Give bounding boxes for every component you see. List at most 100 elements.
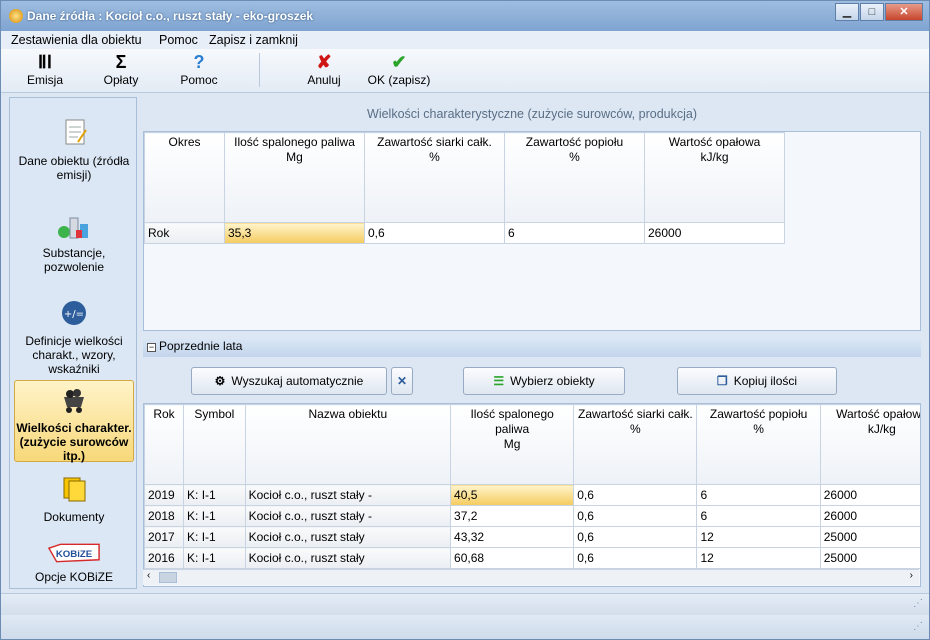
scroll-thumb[interactable] <box>159 572 177 583</box>
header-ilosc-paliwa[interactable]: Ilość spalonego paliwa Mg <box>224 132 365 223</box>
formula-cloud-icon: +/= <box>62 301 86 325</box>
checkmark-icon: ✔ <box>391 52 407 72</box>
scroll-right-icon[interactable]: › <box>910 570 913 581</box>
header-okres[interactable]: Okres <box>144 132 225 223</box>
cell-siarka[interactable]: 0,6 <box>573 547 698 569</box>
copy-icon: ❐ <box>716 374 728 388</box>
menu-bar: Zestawienia dla obiektu Pomoc Zapisz i z… <box>1 31 929 49</box>
cell-rok: 2018 <box>144 505 185 527</box>
header-nazwa-obiektu[interactable]: Nazwa obiektu <box>244 404 452 485</box>
kobize-logo: KOBiZE <box>47 543 100 563</box>
cancel-x-icon: ✘ <box>316 52 332 72</box>
toolbar: ⅡⅠ Emisja Σ Opłaty ? Pomoc ✘ Anuluj ✔ OK… <box>1 49 929 93</box>
main-panel: Wielkości charakterystyczne (zużycie sur… <box>141 97 923 589</box>
menu-pomoc[interactable]: Pomoc <box>159 33 198 47</box>
cell-siarka[interactable]: 0,6 <box>573 526 698 548</box>
cell-rok: 2016 <box>144 547 185 569</box>
coal-cart-icon <box>64 389 84 413</box>
cell-popiol[interactable]: 6 <box>696 505 821 527</box>
table-row[interactable]: 2019 K: I-1 Kocioł c.o., ruszt stały - 4… <box>144 484 920 506</box>
anuluj-button[interactable]: ✘ Anuluj <box>301 51 347 91</box>
header-wartosc-opalowa[interactable]: Wartość opałowa kJ/kg <box>819 404 920 485</box>
cell-popiol[interactable]: 6 <box>696 484 821 506</box>
pomoc-button[interactable]: ? Pomoc <box>177 51 221 91</box>
cell-ilosc-paliwa[interactable]: 60,68 <box>450 547 575 569</box>
collapse-icon[interactable]: − <box>147 343 156 352</box>
cell-wartosc-opalowa[interactable]: 26000 <box>644 222 785 244</box>
sidebar-item-definicje[interactable]: +/= Definicje wielkości charakt., wzory,… <box>14 298 134 376</box>
cell-symbol: K: I-1 <box>183 505 246 527</box>
cell-symbol: K: I-1 <box>183 484 246 506</box>
sidebar-item-dokumenty[interactable]: Dokumenty <box>14 474 134 524</box>
cell-ilosc-paliwa[interactable]: 40,5 <box>450 484 575 506</box>
table-row[interactable]: 2016 K: I-1 Kocioł c.o., ruszt stały 60,… <box>144 547 920 569</box>
sigma-icon: Σ <box>115 52 127 72</box>
cell-wartosc-opalowa[interactable]: 25000 <box>819 547 920 569</box>
cell-symbol: K: I-1 <box>183 526 246 548</box>
robot-icon: ⚙ <box>214 374 226 388</box>
table-row[interactable]: 2018 K: I-1 Kocioł c.o., ruszt stały - 3… <box>144 505 920 527</box>
cell-ilosc-paliwa[interactable]: 37,2 <box>450 505 575 527</box>
cell-siarka[interactable]: 0,6 <box>573 505 698 527</box>
cell-siarka[interactable]: 0,6 <box>364 222 505 244</box>
menu-zestawienia[interactable]: Zestawienia dla obiektu <box>11 33 142 47</box>
cell-siarka[interactable]: 0,6 <box>573 484 698 506</box>
ok-button[interactable]: ✔ OK (zapisz) <box>365 51 433 91</box>
cell-nazwa: Kocioł c.o., ruszt stały <box>244 547 452 569</box>
wyszukaj-automatycznie-button[interactable]: ⚙ Wyszukaj automatycznie <box>191 367 387 395</box>
menu-zapisz-i-zamknij[interactable]: Zapisz i zamknij <box>209 33 298 47</box>
header-rok[interactable]: Rok <box>144 404 185 485</box>
header-popiol[interactable]: Zawartość popiołu% <box>696 404 821 485</box>
header-wartosc-opalowa[interactable]: Wartość opałowa kJ/kg <box>644 132 785 223</box>
oplaty-button[interactable]: Σ Opłaty <box>99 51 143 91</box>
svg-text:KOBiZE: KOBiZE <box>56 549 93 560</box>
cell-popiol[interactable]: 12 <box>696 526 821 548</box>
window-title: Dane źródła : Kocioł c.o., ruszt stały -… <box>27 9 314 23</box>
sidebar-item-wielkosci[interactable]: Wielkości charakter. (zużycie surowców i… <box>14 380 134 463</box>
wybierz-obiekty-button[interactable]: ☰ Wybierz obiekty <box>463 367 625 395</box>
notepad-icon <box>65 119 87 145</box>
horizontal-scrollbar[interactable]: ‹ › <box>143 569 919 585</box>
header-popiol[interactable]: Zawartość popiołu% <box>504 132 645 223</box>
previous-years-grid: Rok Symbol Nazwa obiektu Ilość spalonego… <box>143 403 921 587</box>
cell-ilosc-paliwa[interactable]: 35,3 <box>224 222 365 244</box>
cell-popiol[interactable]: 6 <box>504 222 645 244</box>
cell-rok: 2019 <box>144 484 185 506</box>
resize-grip-icon[interactable]: ⋰ <box>913 598 923 609</box>
cell-wartosc-opalowa[interactable]: 26000 <box>819 484 920 506</box>
sidebar-item-dane-obiektu[interactable]: Dane obiektu (źródła emisji) <box>14 118 134 182</box>
scroll-left-icon[interactable]: ‹ <box>147 570 150 581</box>
cell-okres: Rok <box>144 222 225 244</box>
svg-text:+/=: +/= <box>64 309 84 320</box>
sidebar-item-substancje[interactable]: Substancje, pozwolenie <box>14 210 134 274</box>
cell-popiol[interactable]: 12 <box>696 547 821 569</box>
cell-wartosc-opalowa[interactable]: 25000 <box>819 526 920 548</box>
flasks-icon <box>58 217 88 239</box>
header-siarka[interactable]: Zawartość siarki całk.% <box>364 132 505 223</box>
clear-search-button[interactable]: ✕ <box>391 367 413 395</box>
kopiuj-ilosci-button[interactable]: ❐ Kopiuj ilości <box>677 367 837 395</box>
close-icon[interactable]: ✕ <box>885 3 923 21</box>
maximize-icon[interactable]: □ <box>860 3 884 21</box>
cell-wartosc-opalowa[interactable]: 26000 <box>819 505 920 527</box>
toolbar-separator <box>259 53 260 87</box>
header-siarka[interactable]: Zawartość siarki całk.% <box>573 404 698 485</box>
help-icon: ? <box>193 52 205 72</box>
sidebar: Dane obiektu (źródła emisji) Substancje,… <box>9 97 137 589</box>
cell-symbol: K: I-1 <box>183 547 246 569</box>
resize-grip-icon[interactable]: ⋰ <box>913 621 923 632</box>
cell-ilosc-paliwa[interactable]: 43,32 <box>450 526 575 548</box>
header-ilosc-paliwa[interactable]: Ilość spalonego paliwa Mg <box>450 404 575 485</box>
table-row[interactable]: 2017 K: I-1 Kocioł c.o., ruszt stały 43,… <box>144 526 920 548</box>
status-bar-bottom: ⋰ <box>1 615 929 639</box>
minimize-icon[interactable]: ▁ <box>835 3 859 21</box>
emisja-button[interactable]: ⅡⅠ Emisja <box>23 51 67 91</box>
header-symbol[interactable]: Symbol <box>183 404 246 485</box>
app-icon <box>9 9 23 23</box>
section-header-poprzednie-lata[interactable]: − Poprzednie lata <box>143 339 921 357</box>
documents-icon <box>63 477 86 502</box>
app-window: Dane źródła : Kocioł c.o., ruszt stały -… <box>0 0 930 640</box>
cell-nazwa: Kocioł c.o., ruszt stały <box>244 526 452 548</box>
window-controls: ▁ □ ✕ <box>834 3 923 21</box>
sidebar-item-opcje-kobize[interactable]: KOBiZE Opcje KOBiZE <box>14 542 134 584</box>
